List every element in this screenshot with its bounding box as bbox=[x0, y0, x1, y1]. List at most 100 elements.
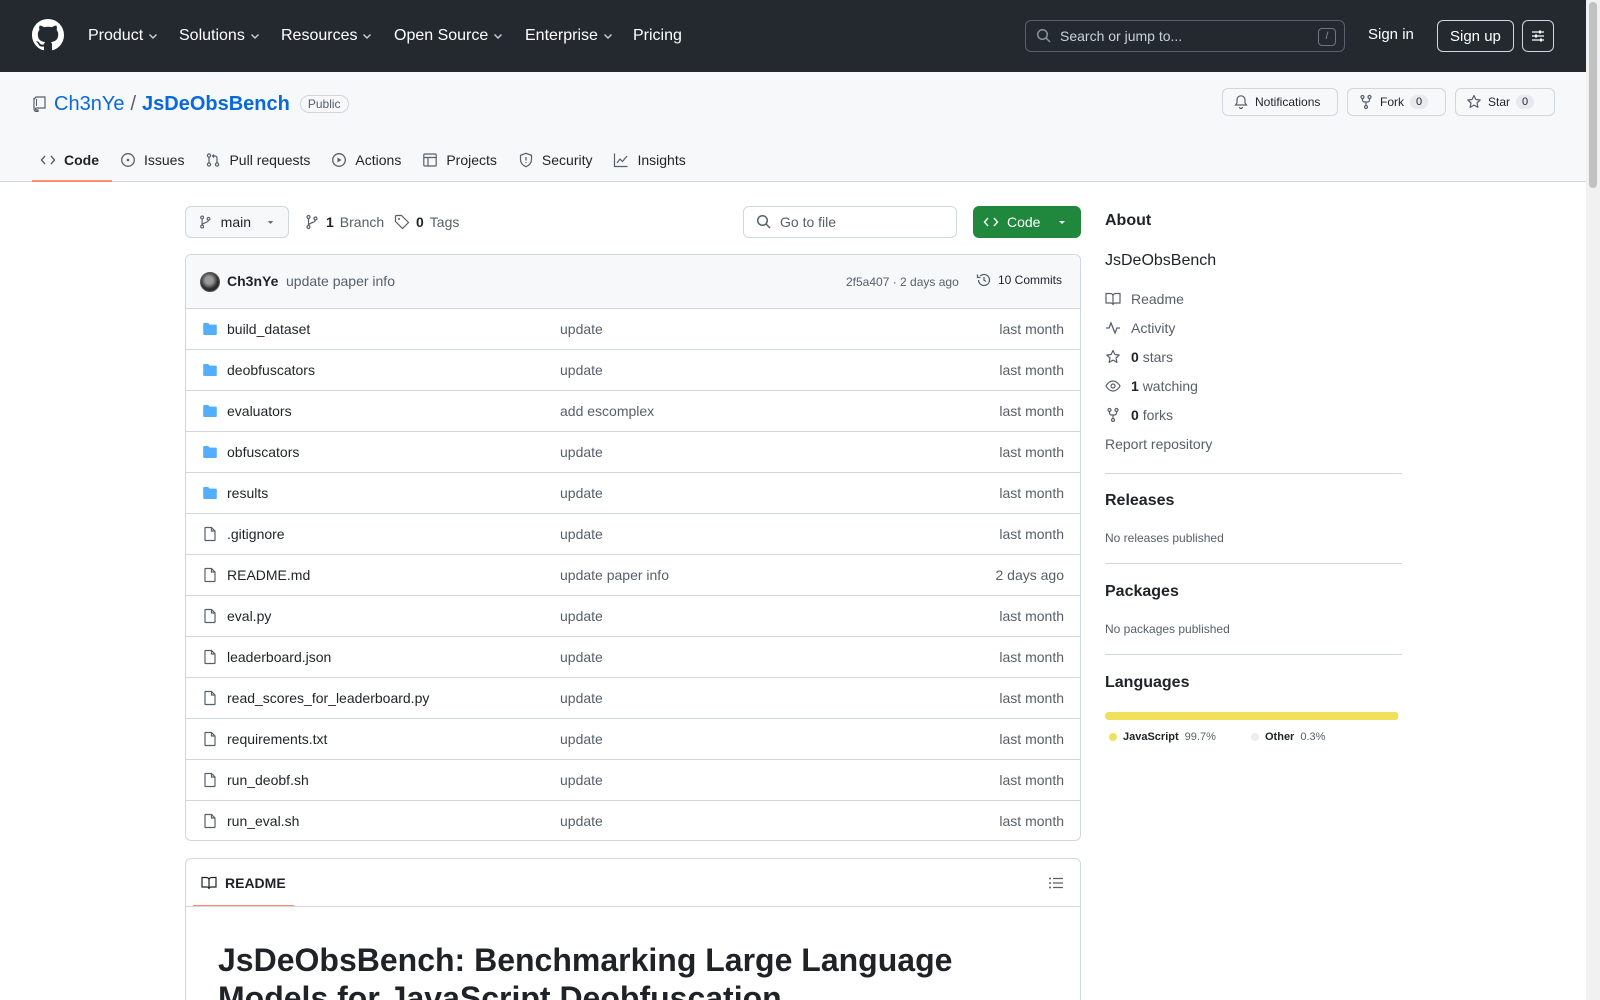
avatar[interactable] bbox=[200, 272, 220, 292]
readme-tab[interactable]: README bbox=[193, 859, 294, 907]
table-row[interactable]: obfuscators update last month bbox=[186, 432, 1080, 473]
play-icon bbox=[332, 153, 347, 167]
tab-actions[interactable]: Actions bbox=[323, 138, 414, 182]
file-name-link[interactable]: run_deobf.sh bbox=[227, 772, 309, 788]
star-button[interactable]: Star 0 bbox=[1455, 88, 1555, 116]
table-row[interactable]: run_deobf.sh update last month bbox=[186, 760, 1080, 801]
code-clone-button[interactable]: Code bbox=[973, 206, 1081, 238]
table-row[interactable]: results update last month bbox=[186, 473, 1080, 514]
file-commit-message[interactable]: update bbox=[560, 485, 603, 501]
table-row[interactable]: leaderboard.json update last month bbox=[186, 637, 1080, 678]
file-name-link[interactable]: .gitignore bbox=[227, 526, 285, 542]
file-commit-message[interactable]: update bbox=[560, 526, 603, 542]
file-name-link[interactable]: results bbox=[227, 485, 268, 501]
table-row[interactable]: requirements.txt update last month bbox=[186, 719, 1080, 760]
appearance-settings-button[interactable] bbox=[1522, 20, 1554, 52]
tab-pull-requests[interactable]: Pull requests bbox=[197, 138, 323, 182]
file-commit-message[interactable]: update bbox=[560, 608, 603, 624]
branch-name: main bbox=[220, 214, 252, 230]
tab-projects[interactable]: Projects bbox=[414, 138, 510, 182]
table-row[interactable]: read_scores_for_leaderboard.py update last… bbox=[186, 678, 1080, 719]
file-name-link[interactable]: build_dataset bbox=[227, 321, 310, 337]
repo-name-link[interactable]: JsDeObsBench bbox=[142, 93, 290, 116]
file-commit-message[interactable]: add escomplex bbox=[560, 403, 654, 419]
activity-link[interactable]: Activity bbox=[1105, 320, 1175, 336]
table-row[interactable]: build_dataset update last month bbox=[186, 309, 1080, 350]
nav-open-source[interactable]: Open Source bbox=[394, 24, 504, 48]
file-commit-message[interactable]: update bbox=[560, 690, 603, 706]
language-color-dot bbox=[1109, 733, 1117, 741]
file-commit-message[interactable]: update bbox=[560, 772, 603, 788]
file-commit-message[interactable]: update bbox=[560, 813, 603, 829]
table-row[interactable]: README.md update paper info 2 days ago bbox=[186, 555, 1080, 596]
table-row[interactable]: run_eval.sh update last month bbox=[186, 801, 1080, 840]
file-commit-message[interactable]: update bbox=[560, 444, 603, 460]
commit-author[interactable]: Ch3nYe bbox=[227, 273, 278, 289]
nav-pricing[interactable]: Pricing bbox=[633, 24, 682, 48]
file-name-link[interactable]: read_scores_for_leaderboard.py bbox=[227, 690, 429, 706]
fork-button[interactable]: Fork 0 bbox=[1347, 88, 1446, 116]
file-name-link[interactable]: eval.py bbox=[227, 608, 271, 624]
folder-icon bbox=[202, 444, 218, 460]
file-commit-message[interactable]: update paper info bbox=[560, 567, 669, 583]
file-commit-message[interactable]: update bbox=[560, 649, 603, 665]
file-name-link[interactable]: evaluators bbox=[227, 403, 292, 419]
file-commit-message[interactable]: update bbox=[560, 321, 603, 337]
releases-empty: No releases published bbox=[1105, 531, 1224, 545]
file-name-link[interactable]: deobfuscators bbox=[227, 362, 315, 378]
watchers-link[interactable]: 1 watching bbox=[1105, 378, 1198, 394]
search-input[interactable]: Search or jump to... / bbox=[1025, 20, 1345, 52]
nav-enterprise-label: Enterprise bbox=[525, 27, 598, 44]
notifications-button[interactable]: Notifications bbox=[1222, 88, 1338, 116]
git-pull-request-icon bbox=[207, 153, 220, 167]
readme-link[interactable]: Readme bbox=[1105, 291, 1184, 307]
nav-solutions[interactable]: Solutions bbox=[179, 24, 261, 48]
file-icon bbox=[202, 608, 218, 624]
page-scrollbar[interactable] bbox=[1586, 0, 1600, 1000]
table-row[interactable]: eval.py update last month bbox=[186, 596, 1080, 637]
nav-resources[interactable]: Resources bbox=[281, 24, 373, 48]
tab-issues[interactable]: Issues bbox=[112, 138, 197, 182]
forks-link[interactable]: 0 forks bbox=[1105, 407, 1173, 423]
commit-meta[interactable]: 2f5a407 · 2 days ago bbox=[846, 275, 959, 289]
sign-in-link[interactable]: Sign in bbox=[1368, 26, 1414, 43]
file-commit-message[interactable]: update bbox=[560, 731, 603, 747]
file-icon bbox=[202, 690, 218, 706]
nav-product[interactable]: Product bbox=[88, 24, 159, 48]
file-name-link[interactable]: obfuscators bbox=[227, 444, 299, 460]
sidebar-divider bbox=[1105, 473, 1402, 474]
tab-security[interactable]: Security bbox=[510, 138, 606, 182]
language-javascript[interactable]: JavaScript 99.7% bbox=[1109, 731, 1216, 743]
file-name-link[interactable]: README.md bbox=[227, 567, 310, 583]
sign-up-button[interactable]: Sign up bbox=[1437, 20, 1514, 52]
table-row[interactable]: deobfuscators update last month bbox=[186, 350, 1080, 391]
tab-insights[interactable]: Insights bbox=[605, 138, 698, 182]
file-commit-message[interactable]: update bbox=[560, 362, 603, 378]
file-name-link[interactable]: run_eval.sh bbox=[227, 813, 299, 829]
scrollbar-thumb[interactable] bbox=[1589, 2, 1597, 188]
list-unordered-icon[interactable] bbox=[1048, 875, 1064, 891]
graph-icon bbox=[614, 153, 628, 168]
tab-code[interactable]: Code bbox=[32, 138, 112, 182]
commits-link[interactable]: 10 Commits bbox=[976, 272, 1062, 288]
table-row[interactable]: .gitignore update last month bbox=[186, 514, 1080, 555]
readme-panel: README JsDeObsBench: Benchmarking Large … bbox=[185, 858, 1081, 1000]
github-logo-icon[interactable] bbox=[32, 19, 64, 51]
branches-link[interactable]: 1 Branch bbox=[304, 214, 384, 230]
file-name-link[interactable]: leaderboard.json bbox=[227, 649, 331, 665]
stars-link[interactable]: 0 stars bbox=[1105, 349, 1173, 365]
repo-owner-link[interactable]: Ch3nYe bbox=[54, 93, 124, 116]
table-row[interactable]: evaluators add escomplex last month bbox=[186, 391, 1080, 432]
packages-heading[interactable]: Packages bbox=[1105, 583, 1179, 601]
book-icon bbox=[1105, 292, 1121, 306]
chevron-down-icon bbox=[363, 34, 372, 39]
commit-message[interactable]: update paper info bbox=[286, 273, 395, 289]
report-repository-link[interactable]: Report repository bbox=[1105, 436, 1212, 452]
go-to-file-input[interactable]: Go to file bbox=[743, 206, 957, 238]
tags-link[interactable]: 0 Tags bbox=[394, 214, 459, 230]
branch-select-button[interactable]: main bbox=[185, 206, 289, 238]
nav-enterprise[interactable]: Enterprise bbox=[525, 24, 614, 48]
releases-heading[interactable]: Releases bbox=[1105, 492, 1174, 510]
watching-label: watching bbox=[1142, 378, 1198, 394]
file-name-link[interactable]: requirements.txt bbox=[227, 731, 327, 747]
